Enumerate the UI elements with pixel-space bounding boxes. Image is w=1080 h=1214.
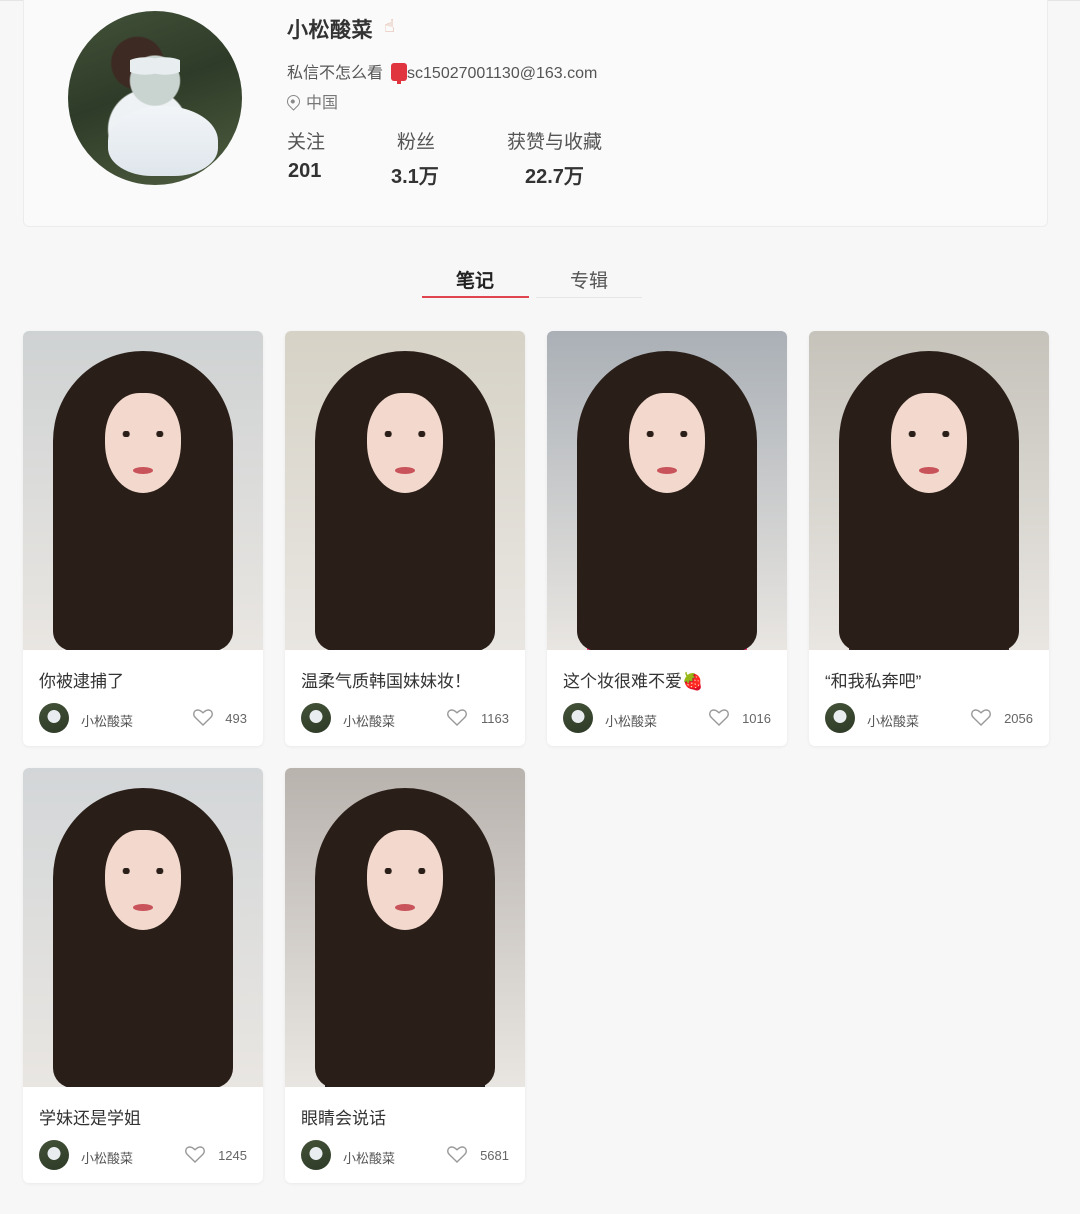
note-cover-image[interactable] <box>23 768 263 1087</box>
cover-face <box>367 393 443 493</box>
note-cover-image[interactable] <box>547 331 787 650</box>
note-cover-image[interactable] <box>809 331 1049 650</box>
note-cover-image[interactable] <box>285 768 525 1087</box>
cover-face <box>105 393 181 493</box>
cover-lips <box>133 467 153 474</box>
heart-icon[interactable] <box>447 709 467 726</box>
profile-location: 中国 <box>284 89 339 113</box>
note-author-avatar[interactable] <box>825 703 855 733</box>
cover-lips <box>919 467 939 474</box>
stat-followers-label[interactable]: 粉丝 <box>397 127 435 154</box>
note-cover-image[interactable] <box>23 331 263 650</box>
cover-eyes <box>119 868 167 874</box>
note-author-name[interactable]: 小松酸菜 <box>343 1148 395 1167</box>
avatar-bow <box>130 51 180 81</box>
heart-icon[interactable] <box>709 709 729 726</box>
heart-icon[interactable] <box>447 1146 467 1163</box>
location-text: 中国 <box>306 95 339 112</box>
note-author-name[interactable]: 小松酸菜 <box>81 711 133 730</box>
note-card[interactable]: 这个妆很难不爱🍓 小松酸菜 1016 <box>547 331 787 746</box>
cover-face <box>629 393 705 493</box>
note-title[interactable]: 温柔气质韩国妹妹妆！ <box>301 667 516 692</box>
profile-avatar[interactable] <box>68 11 242 185</box>
note-like-count: 1016 <box>742 711 771 726</box>
note-author-avatar[interactable] <box>39 703 69 733</box>
note-author-name[interactable]: 小松酸菜 <box>605 711 657 730</box>
note-title[interactable]: 学妹还是学姐 <box>39 1104 254 1129</box>
stat-following-value[interactable]: 201 <box>288 160 321 183</box>
tab-notes-underline <box>422 296 529 298</box>
note-like-count: 2056 <box>1004 711 1033 726</box>
note-author-avatar[interactable] <box>563 703 593 733</box>
note-card[interactable]: “和我私奔吧” 小松酸菜 2056 <box>809 331 1049 746</box>
note-like-count: 1163 <box>481 711 509 726</box>
tab-albums-underline <box>536 297 642 298</box>
note-title[interactable]: 这个妆很难不爱🍓 <box>563 667 778 692</box>
note-like-count: 1245 <box>218 1148 247 1163</box>
stat-likes-collects-label[interactable]: 获赞与收藏 <box>507 127 602 154</box>
stat-followers-value[interactable]: 3.1万 <box>391 160 439 189</box>
note-author-name[interactable]: 小松酸菜 <box>81 1148 133 1167</box>
cover-lips <box>657 467 677 474</box>
note-author-name[interactable]: 小松酸菜 <box>867 711 919 730</box>
cover-eyes <box>643 431 691 437</box>
tab-albums[interactable]: 专辑 <box>536 266 642 293</box>
profile-username: 小松酸菜 <box>287 19 373 42</box>
bio-email: sc15027001130@163.com <box>407 65 598 82</box>
cover-eyes <box>381 431 429 437</box>
stat-likes-collects-value[interactable]: 22.7万 <box>525 160 584 189</box>
note-title[interactable]: 眼睛会说话 <box>301 1104 516 1129</box>
note-title[interactable]: 你被逮捕了 <box>39 667 254 692</box>
note-card[interactable]: 温柔气质韩国妹妹妆！ 小松酸菜 1163 <box>285 331 525 746</box>
note-title[interactable]: “和我私奔吧” <box>825 667 1040 692</box>
note-card[interactable]: 学妹还是学姐 小松酸菜 1245 <box>23 768 263 1183</box>
note-author-avatar[interactable] <box>39 1140 69 1170</box>
bio-text: 私信不怎么看 <box>287 65 384 82</box>
heart-icon[interactable] <box>971 709 991 726</box>
note-like-count: 5681 <box>480 1148 509 1163</box>
cover-eyes <box>119 431 167 437</box>
note-author-avatar[interactable] <box>301 703 331 733</box>
note-card[interactable]: 眼睛会说话 小松酸菜 5681 <box>285 768 525 1183</box>
cover-lips <box>395 467 415 474</box>
cover-lips <box>133 904 153 911</box>
note-author-name[interactable]: 小松酸菜 <box>343 711 395 730</box>
avatar-dress <box>108 106 218 176</box>
heart-icon[interactable] <box>193 709 213 726</box>
note-like-count: 493 <box>225 711 247 726</box>
heart-icon[interactable] <box>185 1146 205 1163</box>
profile-bio: 私信不怎么看 sc15027001130@163.com <box>287 59 598 84</box>
mailbox-icon <box>391 63 408 84</box>
cover-face <box>367 830 443 930</box>
note-cover-image[interactable] <box>285 331 525 650</box>
stat-following-label[interactable]: 关注 <box>287 127 325 154</box>
note-author-avatar[interactable] <box>301 1140 331 1170</box>
cover-face <box>891 393 967 493</box>
location-pin-icon <box>284 92 303 111</box>
cover-face <box>105 830 181 930</box>
note-card[interactable]: 你被逮捕了 小松酸菜 493 <box>23 331 263 746</box>
cover-eyes <box>905 431 953 437</box>
tab-notes[interactable]: 笔记 <box>422 266 528 293</box>
username-emoji-icon: ☝ <box>384 16 395 36</box>
cover-eyes <box>381 868 429 874</box>
cover-lips <box>395 904 415 911</box>
